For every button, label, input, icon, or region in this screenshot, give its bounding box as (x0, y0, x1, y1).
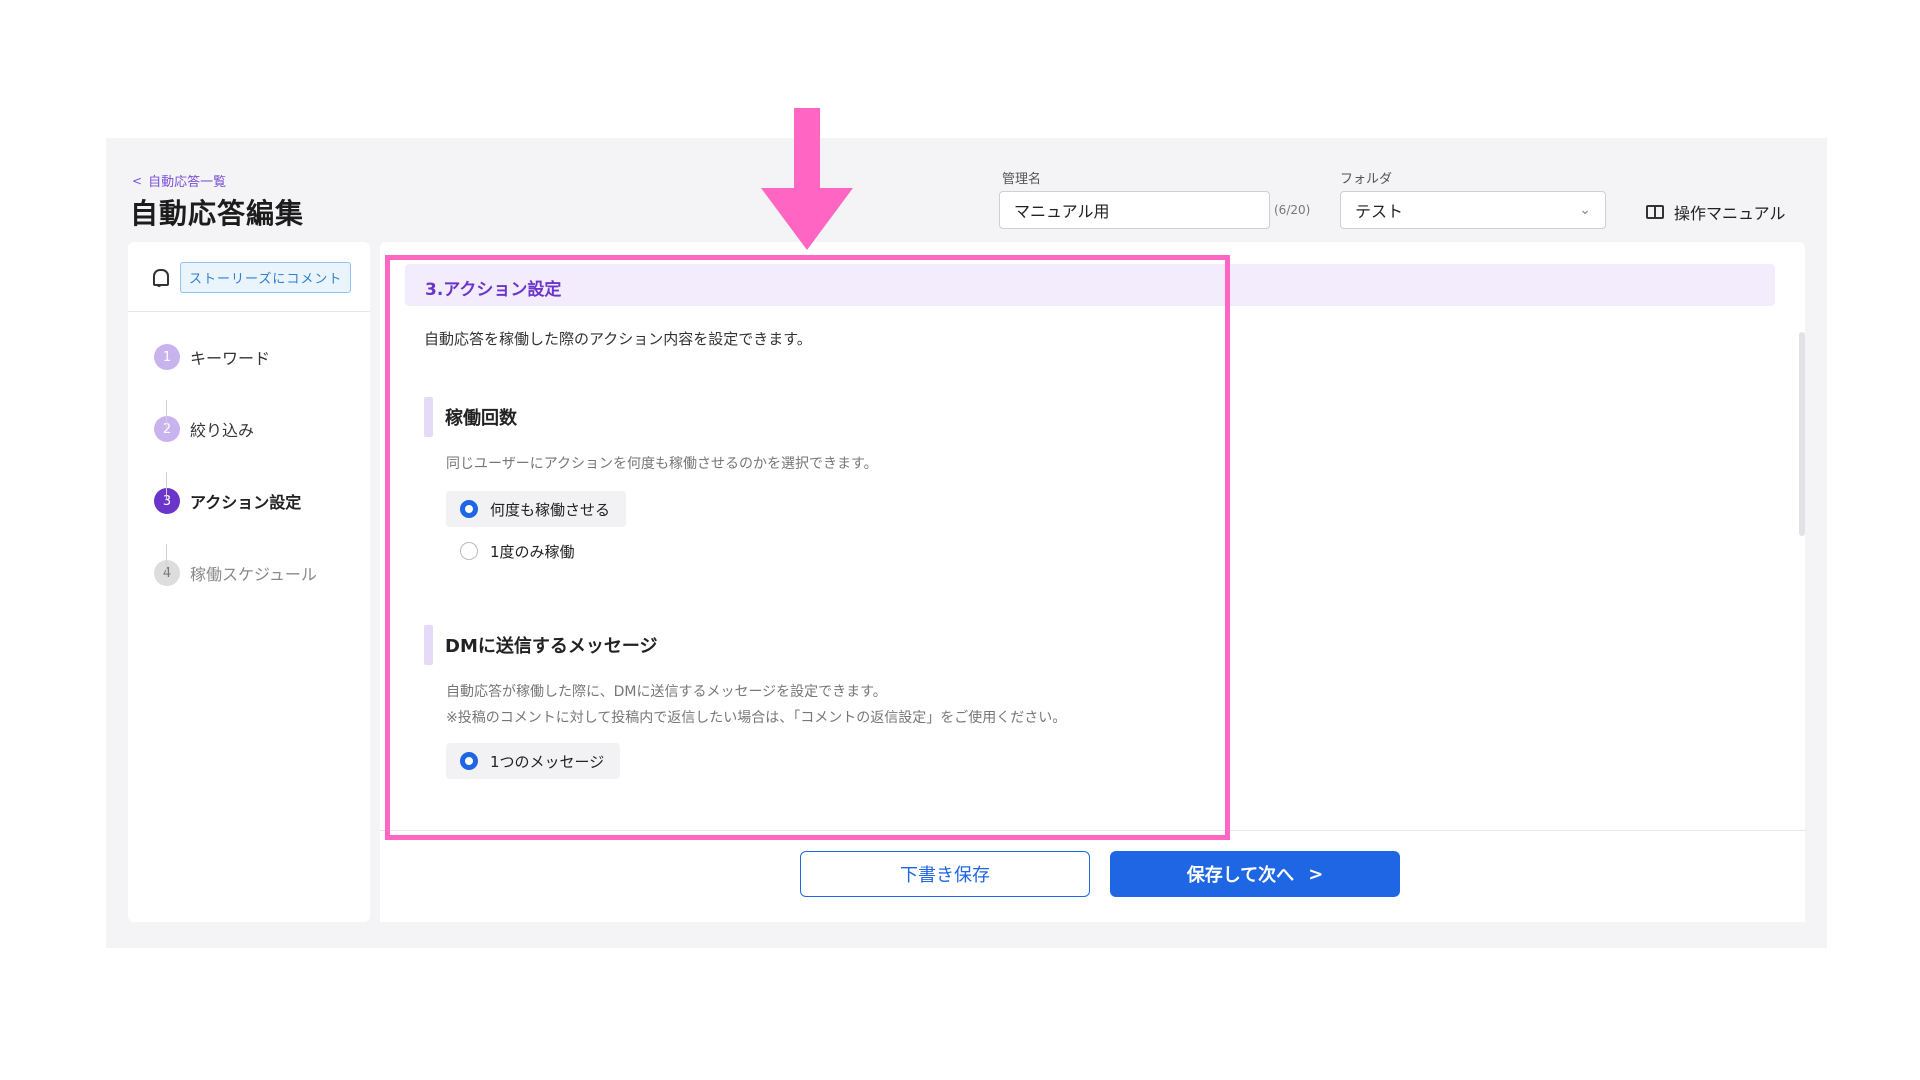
step-label: アクション設定 (190, 493, 302, 512)
name-input[interactable] (999, 191, 1270, 229)
step-filter[interactable]: 2 絞り込み (154, 414, 370, 444)
step-schedule[interactable]: 4 稼働スケジュール (154, 558, 370, 588)
save-draft-label: 下書き保存 (900, 865, 990, 886)
step-number: 4 (154, 560, 180, 586)
name-label: 管理名 (1002, 172, 1042, 187)
step-label: 稼働スケジュール (190, 565, 317, 584)
folder-label: フォルダ (1340, 172, 1393, 187)
page-title: 自動応答編集 (130, 197, 305, 230)
annotation-highlight-box (385, 255, 1230, 840)
step-label: 絞り込み (190, 421, 255, 440)
folder-select[interactable]: テスト ⌄ (1340, 191, 1606, 229)
step-number: 3 (154, 488, 180, 514)
manual-link[interactable]: 操作マニュアル (1646, 200, 1786, 224)
save-next-button[interactable]: 保存して次へ > (1110, 851, 1400, 897)
annotation-arrow-head (761, 188, 853, 250)
trigger-row: ストーリーズにコメント (128, 242, 370, 312)
save-draft-button[interactable]: 下書き保存 (800, 851, 1090, 897)
bell-icon (150, 268, 169, 288)
step-list: 1 キーワード 2 絞り込み 3 アクション設定 4 稼働スケジュール (128, 312, 370, 588)
chevron-right-icon: > (1308, 863, 1324, 885)
annotation-arrow-shaft (794, 108, 820, 190)
step-number: 2 (154, 416, 180, 442)
folder-value: テスト (1355, 202, 1404, 221)
book-icon (1646, 205, 1664, 219)
footer-actions: 下書き保存 保存して次へ > (380, 830, 1805, 922)
step-connector (166, 544, 167, 572)
step-connector (166, 400, 167, 428)
back-link[interactable]: < 自動応答一覧 (132, 171, 227, 191)
step-connector (166, 472, 167, 500)
back-link-label: 自動応答一覧 (148, 175, 227, 190)
scrollbar[interactable] (1799, 332, 1805, 536)
step-label: キーワード (190, 349, 271, 368)
trigger-badge: ストーリーズにコメント (180, 262, 352, 293)
sidebar: ストーリーズにコメント 1 キーワード 2 絞り込み 3 アクション設定 4 稼… (128, 242, 370, 922)
step-action-settings[interactable]: 3 アクション設定 (154, 486, 370, 516)
name-counter: (6/20) (1274, 203, 1311, 217)
manual-link-label: 操作マニュアル (1674, 204, 1786, 223)
save-next-label: 保存して次へ (1186, 865, 1295, 886)
chevron-left-icon: < (132, 173, 143, 188)
step-number: 1 (154, 344, 180, 370)
step-keyword[interactable]: 1 キーワード (154, 342, 370, 372)
chevron-down-icon: ⌄ (1579, 202, 1591, 218)
